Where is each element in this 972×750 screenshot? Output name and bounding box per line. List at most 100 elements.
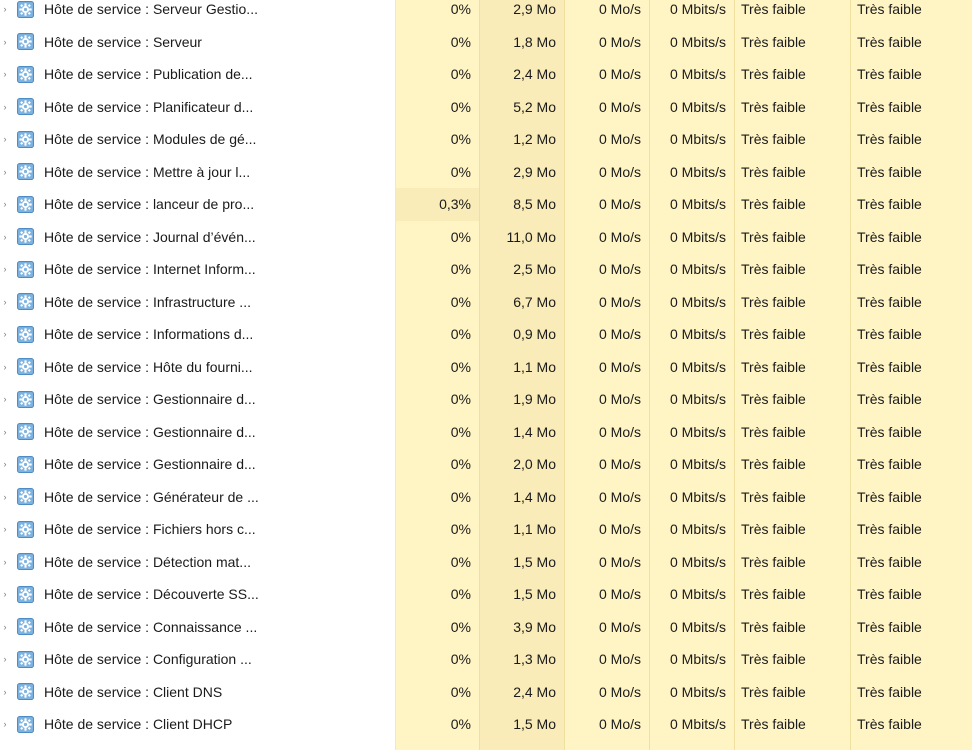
memory-usage: 2,5 Mo	[479, 253, 564, 286]
gear-service-icon	[10, 546, 36, 579]
power-usage: Très faible	[734, 708, 850, 741]
cpu-usage: 0%	[395, 350, 479, 383]
expand-chevron-icon[interactable]: ›	[0, 513, 10, 546]
expand-chevron-icon[interactable]: ›	[0, 26, 10, 59]
process-row[interactable]: › Hôte de service : Gestionnaire d... 0% 2,…	[0, 448, 972, 481]
gear-service-icon	[10, 676, 36, 709]
expand-chevron-icon[interactable]: ›	[0, 156, 10, 189]
cpu-usage: 0%	[395, 708, 479, 741]
cpu-usage: 0%	[395, 415, 479, 448]
expand-chevron-icon[interactable]: ›	[0, 58, 10, 91]
process-row[interactable]: › Hôte de service : Configuration ... 0% 1,…	[0, 643, 972, 676]
process-name: Hôte de service : Générateur de ...	[44, 488, 259, 505]
disk-usage: 0 Mo/s	[564, 610, 649, 643]
expand-chevron-icon[interactable]: ›	[0, 91, 10, 124]
process-row[interactable]: › Hôte de service : Internet Inform... 0% 2…	[0, 253, 972, 286]
expand-chevron-icon[interactable]: ›	[0, 611, 10, 644]
expand-chevron-icon[interactable]: ›	[0, 286, 10, 319]
process-row[interactable]: › Hôte de service : Connaissance ... 0% 3,9…	[0, 610, 972, 644]
expand-chevron-icon[interactable]: ›	[0, 643, 10, 676]
power-usage-trend: Très faible	[850, 220, 972, 253]
power-usage-trend: Très faible	[850, 578, 972, 611]
memory-usage: 1,8 Mo	[479, 25, 564, 58]
network-usage: 0 Mbits/s	[649, 708, 734, 741]
power-usage: Très faible	[734, 123, 850, 156]
process-row[interactable]: › Hôte de service : Client DNS 0% 2,4 Mo 0 M…	[0, 675, 972, 709]
process-row[interactable]: › Hôte de service : Client DHCP 0% 1,5 Mo 0 …	[0, 708, 972, 741]
process-row[interactable]: › Hôte de service : Détection mat... 0% 1,5…	[0, 545, 972, 579]
expand-chevron-icon[interactable]: ›	[0, 221, 10, 254]
process-row[interactable]: › Hôte de service : Journal d’évén... 0% 11…	[0, 220, 972, 254]
network-usage: 0 Mbits/s	[649, 578, 734, 611]
process-row[interactable]: › Hôte de service : Fichiers hors c... 0% 1…	[0, 513, 972, 546]
process-row[interactable]: › Hôte de service : Publication de... 0% 2,…	[0, 58, 972, 91]
disk-usage: 0 Mo/s	[564, 318, 649, 351]
power-usage-trend: Très faible	[850, 123, 972, 156]
gear-service-icon	[10, 481, 36, 514]
expand-chevron-icon[interactable]: ›	[0, 481, 10, 514]
expand-chevron-icon[interactable]: ›	[0, 123, 10, 156]
process-row[interactable]: › Hôte de service : Serveur Gestio... 0% 2,…	[0, 0, 972, 26]
disk-usage: 0 Mo/s	[564, 0, 649, 26]
expand-chevron-icon[interactable]: ›	[0, 676, 10, 709]
process-name: Hôte de service : Gestionnaire d...	[44, 456, 256, 473]
expand-chevron-icon[interactable]: ›	[0, 416, 10, 449]
process-row[interactable]: › Hôte de service : lanceur de pro... 0,3%…	[0, 188, 972, 221]
power-usage-trend: Très faible	[850, 383, 972, 416]
gear-service-icon	[10, 253, 36, 286]
disk-usage: 0 Mo/s	[564, 58, 649, 91]
network-usage: 0 Mbits/s	[649, 253, 734, 286]
expand-chevron-icon[interactable]: ›	[0, 708, 10, 741]
memory-usage: 1,3 Mo	[479, 643, 564, 676]
expand-chevron-icon[interactable]: ›	[0, 188, 10, 221]
gear-service-icon	[10, 416, 36, 449]
memory-usage: 1,1 Mo	[479, 350, 564, 383]
expand-chevron-icon[interactable]: ›	[0, 253, 10, 286]
expand-chevron-icon[interactable]: ›	[0, 318, 10, 351]
cpu-usage: 0%	[395, 220, 479, 253]
process-name: Hôte de service : Infrastructure ...	[44, 293, 251, 310]
process-row[interactable]: › Hôte de service : Générateur de ... 0% 1,…	[0, 480, 972, 514]
power-usage-trend: Très faible	[850, 155, 972, 188]
expand-chevron-icon[interactable]	[0, 740, 10, 750]
cpu-usage: 0%	[395, 545, 479, 578]
expand-chevron-icon[interactable]: ›	[0, 546, 10, 579]
power-usage-trend: Très faible	[850, 350, 972, 383]
memory-usage: 2,4 Mo	[479, 675, 564, 708]
memory-cell	[479, 740, 564, 750]
process-row[interactable]: › Hôte de service : Hôte du fourni... 0% 1,…	[0, 350, 972, 384]
power-usage-trend: Très faible	[850, 415, 972, 448]
power-usage: Très faible	[734, 90, 850, 123]
disk-usage: 0 Mo/s	[564, 90, 649, 123]
process-row[interactable]: › Hôte de service : Mettre à jour l... 0% 2…	[0, 155, 972, 189]
gear-service-icon	[10, 221, 36, 254]
cpu-usage: 0%	[395, 123, 479, 156]
expand-chevron-icon[interactable]: ›	[0, 578, 10, 611]
cpu-usage: 0%	[395, 578, 479, 611]
disk-usage: 0 Mo/s	[564, 350, 649, 383]
process-row[interactable]: › Hôte de service : Modules de gé... 0% 1,2…	[0, 123, 972, 156]
process-row[interactable]: › Hôte de service : Découverte SS... 0% 1,5…	[0, 578, 972, 611]
expand-chevron-icon[interactable]: ›	[0, 383, 10, 416]
process-row[interactable]: › Hôte de service : Informations d... 0% 0,…	[0, 318, 972, 351]
process-row[interactable]: › Hôte de service : Planificateur d... 0% 5…	[0, 90, 972, 124]
expand-chevron-icon[interactable]: ›	[0, 351, 10, 384]
expand-chevron-icon[interactable]: ›	[0, 448, 10, 481]
disk-usage: 0 Mo/s	[564, 285, 649, 318]
power-usage-trend: Très faible	[850, 253, 972, 286]
memory-usage: 2,9 Mo	[479, 0, 564, 26]
power-usage: Très faible	[734, 643, 850, 676]
network-usage: 0 Mbits/s	[649, 415, 734, 448]
power-usage: Très faible	[734, 25, 850, 58]
partial-next-row[interactable]	[0, 740, 972, 750]
power-usage-trend: Très faible	[850, 90, 972, 123]
gear-service-icon	[10, 740, 36, 750]
process-row[interactable]: › Hôte de service : Gestionnaire d... 0% 1,…	[0, 415, 972, 449]
process-row[interactable]: › Hôte de service : Serveur 0% 1,8 Mo 0 Mo/s…	[0, 25, 972, 59]
power-usage: Très faible	[734, 0, 850, 26]
expand-chevron-icon[interactable]: ›	[0, 0, 10, 26]
memory-usage: 1,9 Mo	[479, 383, 564, 416]
process-row[interactable]: › Hôte de service : Gestionnaire d... 0% 1,…	[0, 383, 972, 416]
process-row[interactable]: › Hôte de service : Infrastructure ... 0% 6…	[0, 285, 972, 319]
network-usage: 0 Mbits/s	[649, 0, 734, 26]
